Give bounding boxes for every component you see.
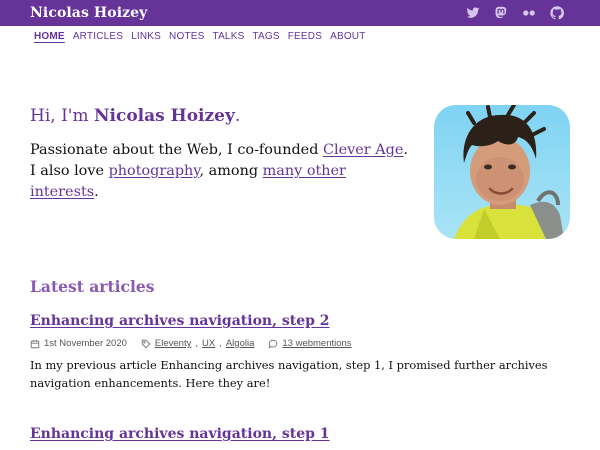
article-title-link[interactable]: Enhancing archives navigation, step 2: [30, 313, 330, 329]
tag-link-algolia[interactable]: Algolia: [226, 338, 255, 349]
tag-icon: [141, 339, 151, 349]
nav-item-tags[interactable]: TAGS: [252, 31, 279, 42]
bio-line2-mid: , among: [199, 163, 263, 179]
article-item: Enhancing archives navigation, step 1: [30, 423, 575, 442]
nav-item-notes[interactable]: NOTES: [169, 31, 204, 42]
article-title-link[interactable]: Enhancing archives navigation, step 1: [30, 426, 330, 442]
greeting-suffix: .: [234, 106, 241, 126]
tag-separator: ,: [195, 338, 198, 349]
nav-item-links[interactable]: LINKS: [131, 31, 161, 42]
article-date: 1st November 2020: [44, 338, 127, 349]
bio-text: Passionate about the Web, I co-founded C…: [30, 140, 410, 203]
bio-line2-prefix: I also love: [30, 163, 109, 179]
mastodon-icon[interactable]: [494, 6, 508, 20]
flickr-icon[interactable]: [522, 6, 536, 20]
nav-item-about[interactable]: ABOUT: [330, 31, 365, 42]
nav-item-articles[interactable]: ARTICLES: [73, 31, 123, 42]
nav-item-talks[interactable]: TALKS: [213, 31, 245, 42]
tag-link-ux[interactable]: UX: [202, 338, 215, 349]
avatar-portrait: [434, 105, 570, 239]
calendar-icon: [30, 339, 40, 349]
bio-line1-suffix: .: [403, 142, 408, 158]
bio-line2-suffix: .: [94, 184, 99, 200]
comment-icon: [268, 339, 278, 349]
nav-item-home[interactable]: HOME: [34, 31, 65, 42]
author-name: Nicolas Hoizey: [93, 106, 235, 126]
social-links: [466, 6, 564, 20]
greeting: Hi, I'm Nicolas Hoizey.: [30, 106, 410, 126]
article-meta: 1st November 2020 Eleventy, UX, Algolia …: [30, 338, 575, 349]
photography-link[interactable]: photography: [109, 163, 200, 179]
webmentions-link[interactable]: 13 webmentions: [282, 338, 351, 349]
greeting-prefix: Hi, I'm: [30, 106, 94, 126]
tag-separator: ,: [219, 338, 222, 349]
github-icon[interactable]: [550, 6, 564, 20]
clever-age-link[interactable]: Clever Age: [323, 142, 403, 158]
top-bar: Nicolas Hoizey: [0, 0, 600, 26]
article-item: Enhancing archives navigation, step 2 1s…: [30, 310, 575, 392]
tag-link-eleventy[interactable]: Eleventy: [155, 338, 191, 349]
main-nav: HOME ARTICLES LINKS NOTES TALKS TAGS FEE…: [34, 31, 366, 42]
twitter-icon[interactable]: [466, 6, 480, 20]
article-excerpt: In my previous article Enhancing archive…: [30, 358, 548, 390]
nav-item-feeds[interactable]: FEEDS: [288, 31, 322, 42]
avatar: [434, 105, 570, 239]
latest-articles-heading: Latest articles: [30, 277, 155, 296]
intro-section: Hi, I'm Nicolas Hoizey. Passionate about…: [30, 106, 410, 203]
bio-line1-prefix: Passionate about the Web, I co-founded: [30, 142, 323, 158]
site-title[interactable]: Nicolas Hoizey: [30, 5, 147, 21]
